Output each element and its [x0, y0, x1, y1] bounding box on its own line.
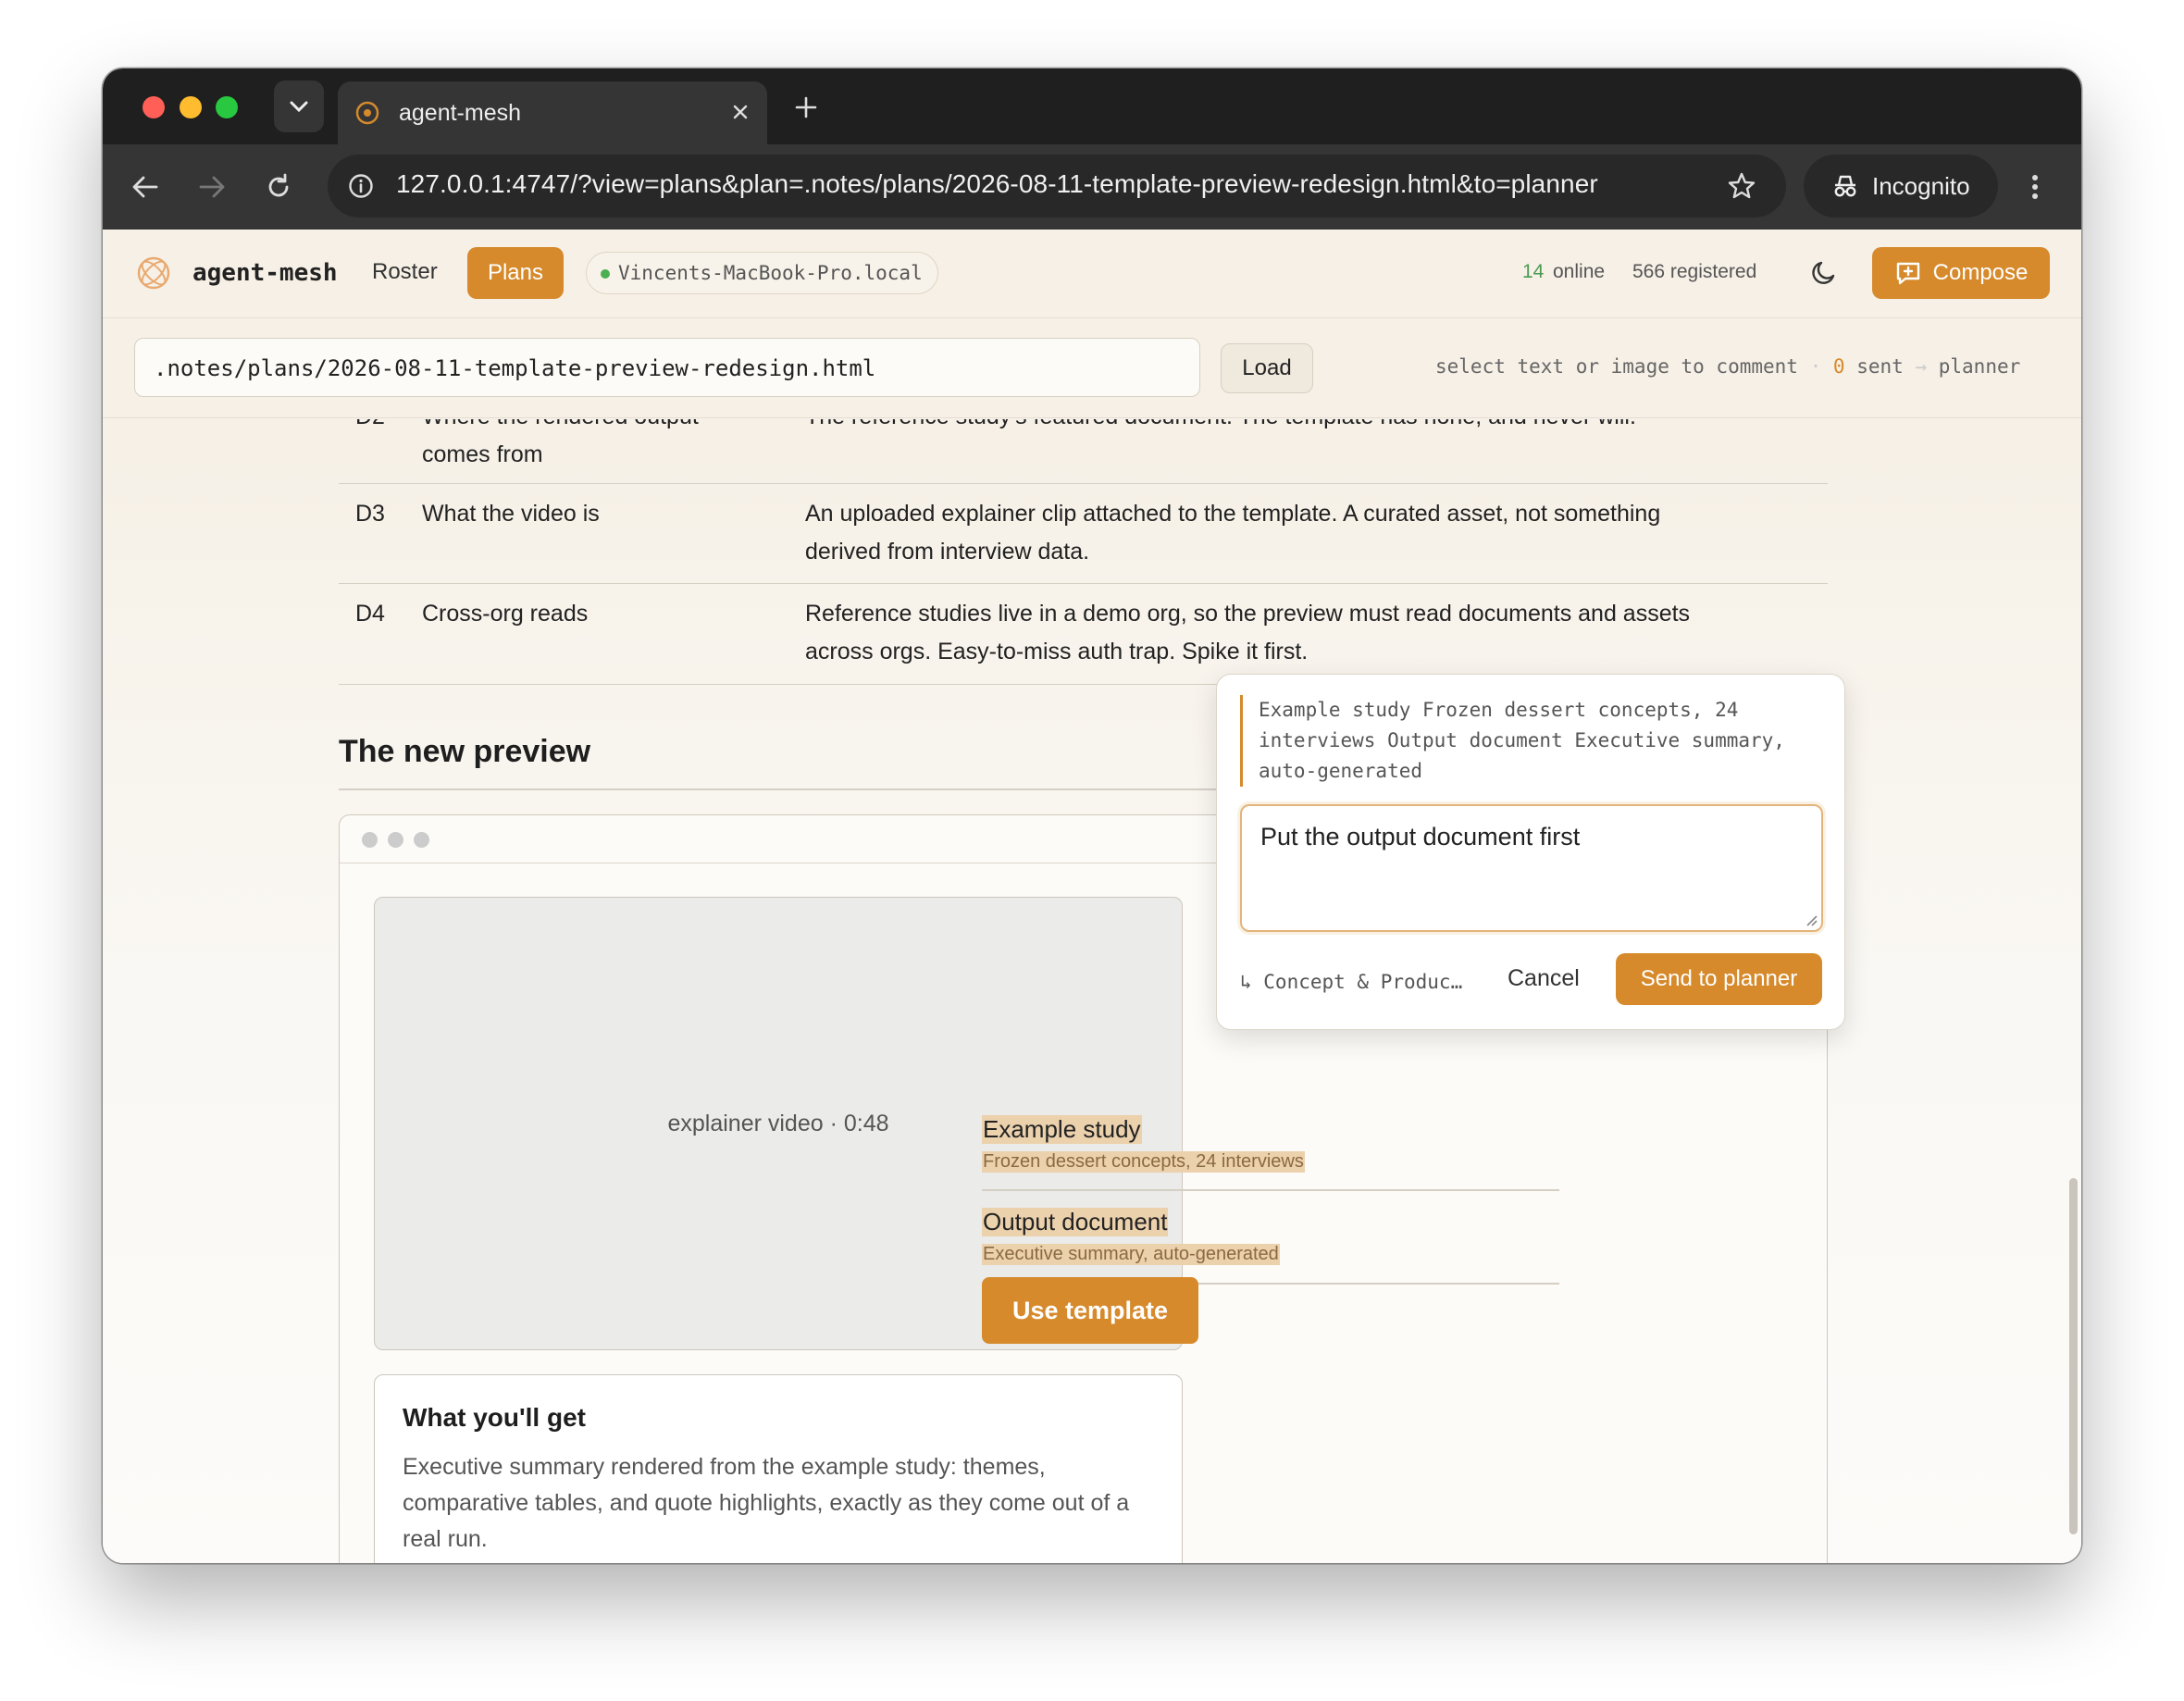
plus-icon: [795, 96, 817, 118]
decision-id: D4: [355, 601, 385, 627]
chevron-down-icon: [290, 101, 308, 113]
host-name: Vincents-MacBook-Pro.local: [618, 262, 923, 284]
bookmark-star-icon[interactable]: [1727, 171, 1756, 201]
browser-tab[interactable]: agent-mesh: [338, 81, 767, 144]
decision-title: What the video is: [422, 501, 600, 527]
load-button[interactable]: Load: [1221, 343, 1313, 393]
quoted-selection: Example study Frozen dessert concepts, 2…: [1240, 695, 1829, 787]
plan-path-bar: .notes/plans/2026-08-11-template-preview…: [103, 318, 2081, 418]
decision-detail: An uploaded explainer clip attached to t…: [805, 501, 1661, 527]
meta-output-document[interactable]: Output document Executive summary, auto-…: [982, 1208, 1556, 1265]
online-status-dot: [601, 269, 610, 279]
tab-search-button[interactable]: [274, 81, 324, 132]
decision-detail: The reference study's featured document.…: [805, 419, 1636, 436]
comment-context: ↳ Concept & Produc…: [1240, 971, 1463, 993]
decision-detail: Reference studies live in a demo org, so…: [805, 601, 1691, 627]
nav-roster[interactable]: Roster: [372, 259, 438, 285]
video-label: explainer video · 0:48: [667, 1110, 889, 1136]
browser-toolbar: 127.0.0.1:4747/?view=plans&plan=.notes/p…: [103, 144, 2081, 230]
url-text: 127.0.0.1:4747/?view=plans&plan=.notes/p…: [396, 169, 1598, 198]
incognito-icon: [1834, 175, 1856, 197]
send-to-planner-button[interactable]: Send to planner: [1616, 953, 1822, 1005]
comment-hint: select text or image to comment · 0 sent…: [1435, 355, 2021, 378]
close-icon: [733, 105, 748, 119]
registered-count: 566 registered: [1632, 261, 1757, 282]
incognito-label: Incognito: [1872, 171, 1970, 200]
address-bar[interactable]: 127.0.0.1:4747/?view=plans&plan=.notes/p…: [328, 155, 1786, 217]
tab-favicon-icon: [355, 101, 379, 125]
meta-label: Example study: [982, 1115, 1142, 1144]
section-title: The new preview: [339, 734, 591, 769]
resize-handle-icon[interactable]: [1805, 913, 1818, 926]
tab-close-button[interactable]: [726, 98, 754, 126]
window-dot: [362, 832, 378, 848]
tab-title: agent-mesh: [399, 99, 522, 126]
compose-message-icon: [1896, 262, 1919, 285]
scrollbar-thumb[interactable]: [2069, 1178, 2078, 1534]
browser-menu-button[interactable]: [2018, 170, 2052, 204]
nav-plans[interactable]: Plans: [467, 247, 564, 299]
plan-path-input[interactable]: .notes/plans/2026-08-11-template-preview…: [134, 338, 1200, 397]
brand-name: agent-mesh: [192, 259, 338, 287]
decision-detail: across orgs. Easy-to-miss auth trap. Spi…: [805, 639, 1309, 664]
section-divider: [339, 788, 1283, 790]
reload-icon: [268, 173, 289, 197]
what-youll-get-panel: What you'll get Executive summary render…: [374, 1374, 1183, 1563]
decision-title: comes from: [422, 441, 543, 467]
use-template-button[interactable]: Use template: [982, 1277, 1198, 1344]
host-badge: Vincents-MacBook-Pro.local: [586, 252, 938, 294]
arrow-right-icon: [199, 176, 225, 198]
decision-title: Cross-org reads: [422, 601, 589, 627]
maximize-window-button[interactable]: [216, 96, 238, 118]
online-count: 14: [1522, 261, 1545, 282]
compose-button[interactable]: Compose: [1872, 247, 2050, 299]
tab-strip: agent-mesh: [103, 68, 2081, 144]
app-header: agent-mesh Roster Plans Vincents-MacBook…: [103, 230, 2081, 318]
new-tab-button[interactable]: [788, 89, 825, 126]
meta-example-study[interactable]: Example study Frozen dessert concepts, 2…: [982, 1115, 1556, 1173]
comment-text: Put the output document first: [1260, 823, 1581, 850]
sent-count: 0: [1832, 355, 1845, 378]
more-vertical-icon: [2032, 175, 2038, 199]
panel-body: Executive summary rendered from the exam…: [403, 1454, 1130, 1552]
meta-value: Frozen dessert concepts, 24 interviews: [982, 1151, 1305, 1173]
table-row: D3 What the video is An uploaded explain…: [339, 484, 1828, 584]
cancel-button[interactable]: Cancel: [1508, 965, 1580, 992]
minimize-window-button[interactable]: [180, 96, 202, 118]
decision-detail: derived from interview data.: [805, 539, 1090, 565]
window-dot: [388, 832, 403, 848]
online-label: online: [1553, 261, 1606, 282]
table-row: D2 Where the rendered output comes from …: [339, 419, 1828, 484]
meta-divider: [982, 1189, 1559, 1191]
forward-button[interactable]: [195, 170, 229, 204]
panel-title: What you'll get: [403, 1403, 586, 1432]
sent-label: sent: [1856, 355, 1904, 378]
arrow-left-icon: [132, 176, 158, 198]
browser-window: agent-mesh 127.0.0.1:4747/?view=plans&pl…: [103, 68, 2081, 1563]
decision-title: Where the rendered output: [422, 419, 699, 436]
comment-popover: Example study Frozen dessert concepts, 2…: [1216, 674, 1845, 1030]
reload-button[interactable]: [262, 170, 295, 204]
decision-id: D2: [355, 419, 385, 436]
sent-target: planner: [1938, 355, 2021, 378]
site-info-icon[interactable]: [348, 173, 374, 199]
meta-value: Executive summary, auto-generated: [982, 1244, 1280, 1265]
logo-icon: [137, 256, 170, 290]
arrow-right-icon: →: [1915, 355, 1928, 378]
comment-hint-text: select text or image to comment: [1435, 355, 1798, 378]
moon-icon: [1812, 261, 1835, 284]
close-window-button[interactable]: [143, 96, 165, 118]
table-row: D4 Cross-org reads Reference studies liv…: [339, 584, 1828, 685]
compose-label: Compose: [1932, 260, 2029, 285]
meta-label: Output document: [982, 1208, 1169, 1236]
back-button[interactable]: [129, 170, 162, 204]
decision-id: D3: [355, 501, 385, 527]
window-dot: [414, 832, 429, 848]
comment-textarea[interactable]: Put the output document first: [1240, 804, 1823, 932]
theme-toggle-button[interactable]: [1808, 257, 1842, 291]
incognito-indicator[interactable]: Incognito: [1804, 155, 1998, 217]
